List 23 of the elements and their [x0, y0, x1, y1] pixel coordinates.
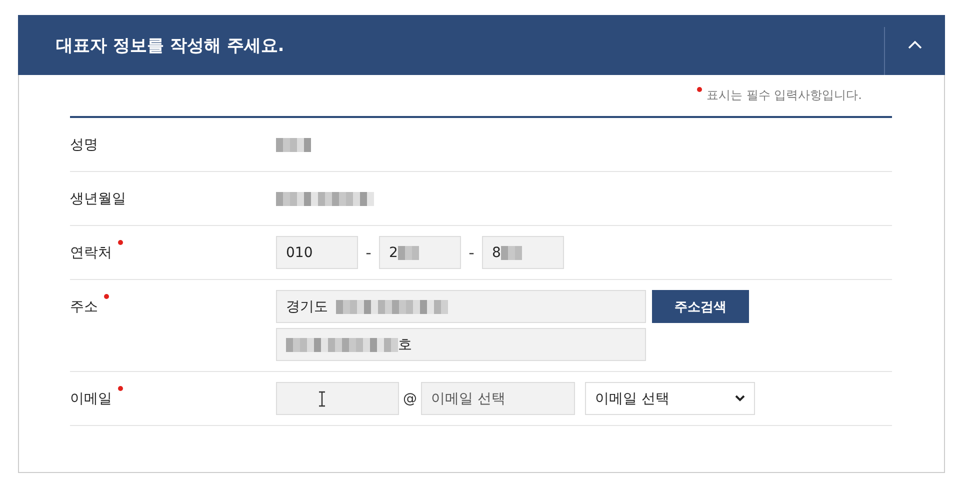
- separator: -: [364, 243, 372, 262]
- input-field[interactable]: 8: [482, 236, 564, 269]
- input-field[interactable]: 010: [276, 236, 358, 269]
- chevron-icon: [907, 40, 923, 50]
- separator: -: [468, 243, 476, 262]
- field-label: 이메일: [70, 390, 112, 408]
- input-field[interactable]: 경기도: [276, 290, 646, 323]
- domain-field[interactable]: 이메일 선택: [421, 382, 575, 415]
- input-field[interactable]: [276, 382, 399, 415]
- input-field[interactable]: 호: [276, 328, 646, 361]
- at-sign: @: [403, 390, 417, 406]
- domain-select[interactable]: 이메일 선택: [585, 382, 755, 415]
- text-cursor-icon: [318, 390, 326, 406]
- required-note: 표시는 필수 입력사항입니다.: [706, 87, 862, 104]
- required-dot: [696, 87, 702, 92]
- input-field[interactable]: 2: [379, 236, 461, 269]
- address-search-button[interactable]: 주소검색: [652, 290, 749, 323]
- field-label: 성명: [70, 136, 98, 154]
- caret-icon: [735, 395, 745, 402]
- field-label: 주소: [70, 298, 98, 316]
- field-label: 연락처: [70, 244, 112, 262]
- field-label: 생년월일: [70, 190, 126, 208]
- panel-title: 대표자 정보를 작성해 주세요.: [56, 34, 286, 56]
